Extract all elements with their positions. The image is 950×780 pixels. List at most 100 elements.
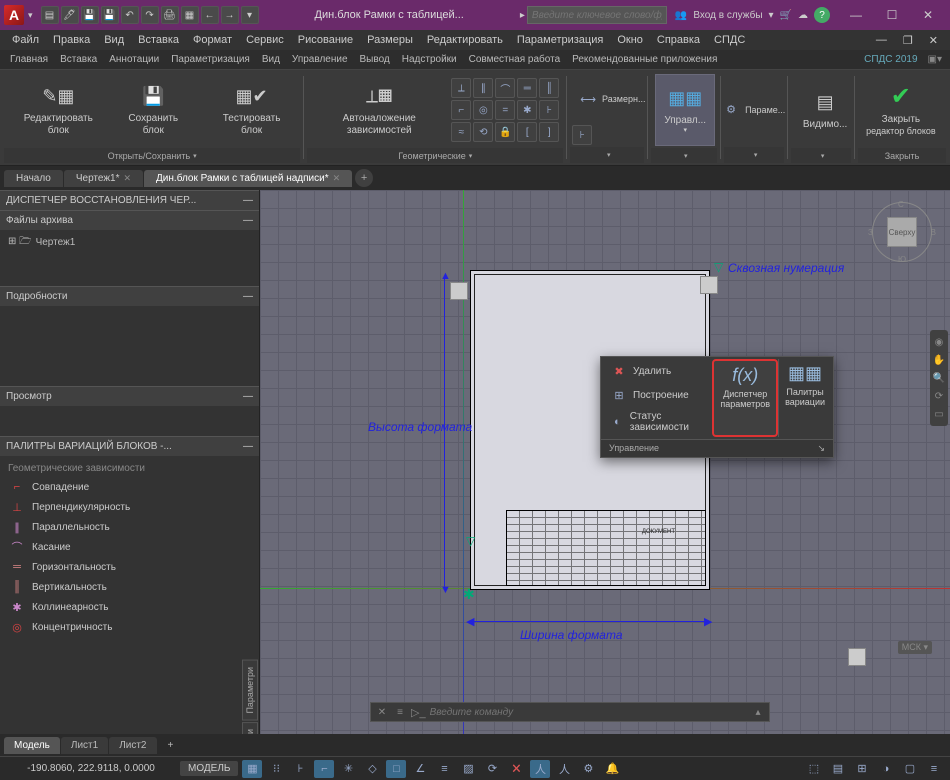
title-block[interactable]: ДОКУМЕНТ <box>506 510 706 586</box>
anno-scale-toggle[interactable]: 人 <box>530 760 550 778</box>
space-badge[interactable]: МОДЕЛЬ <box>180 761 238 776</box>
qat-button-7[interactable]: ▦ <box>181 6 199 24</box>
panel-launcher-icon[interactable]: ↘ <box>817 443 825 454</box>
geom-constraint-7[interactable]: = <box>495 100 515 120</box>
panel-open-save-title[interactable]: Открыть/Сохранить▾ <box>4 148 300 163</box>
workspace-switch[interactable]: ⚙ <box>578 760 598 778</box>
clean-screen-toggle[interactable]: ▢ <box>900 760 920 778</box>
constraint-badge[interactable] <box>700 276 718 294</box>
geom-constraint-2[interactable]: ⌒ <box>495 78 515 98</box>
tab-drawing1[interactable]: Чертеж1*✕ <box>64 170 143 187</box>
snap-toggle[interactable]: ⁝⁝ <box>266 760 286 778</box>
visibility-button[interactable]: ▤Видимо... <box>795 74 855 146</box>
side-tab-1[interactable]: Операции <box>242 722 258 734</box>
ribbon-tab-7[interactable]: Надстройки <box>396 51 463 68</box>
menu-рисование[interactable]: Рисование <box>292 32 359 48</box>
nav-wheel-icon[interactable]: ◉ <box>931 334 947 350</box>
manage-button[interactable]: ▦▦Управл...▾ <box>655 74 715 146</box>
parameters-button[interactable]: ⚙Параме... <box>715 74 793 145</box>
menu-справка[interactable]: Справка <box>651 32 706 48</box>
geom-constraint-13[interactable]: [ <box>517 122 537 142</box>
doc-restore-icon[interactable]: ❐ <box>897 32 919 49</box>
geom-constraint-4[interactable]: ║ <box>539 78 559 98</box>
ribbon-tab-2[interactable]: Аннотации <box>103 51 165 68</box>
wcs-badge[interactable]: МСК ▾ <box>898 641 932 654</box>
side-tab-0[interactable]: Параметри <box>242 660 258 721</box>
customize-status[interactable]: ≡ <box>924 760 944 778</box>
geom-constraint-6[interactable]: ◎ <box>473 100 493 120</box>
edit-block-button[interactable]: ✎▦Редактировать блок <box>8 74 109 146</box>
qat-button-2[interactable]: 💾 <box>81 6 99 24</box>
ribbon-spds-tab[interactable]: СПДС 2019 <box>858 51 923 68</box>
height-dim-label[interactable]: Высота формата <box>368 420 472 434</box>
login-arrow[interactable]: ▾ <box>769 10 774 21</box>
qat-button-10[interactable]: ▾ <box>241 6 259 24</box>
otrack-toggle[interactable]: ∠ <box>410 760 430 778</box>
panel-vis-title[interactable]: ▾ <box>791 148 851 163</box>
app-menu-arrow[interactable]: ▾ <box>28 10 33 21</box>
dd-delete[interactable]: ✖Удалить <box>603 359 712 383</box>
menu-вид[interactable]: Вид <box>98 32 130 48</box>
exchange-icon[interactable]: ☁ <box>798 10 808 21</box>
preview-header[interactable]: Просмотр— <box>0 386 259 406</box>
keyword-search-input[interactable] <box>527 6 667 24</box>
geom-constraint-14[interactable]: ] <box>539 122 559 142</box>
close-button[interactable]: ✕ <box>910 3 946 27</box>
constraint-Перпендикулярность[interactable]: ⊥Перпендикулярность <box>4 497 255 517</box>
qat-button-4[interactable]: ↶ <box>121 6 139 24</box>
constraint-badge[interactable] <box>848 648 866 666</box>
qprops-toggle[interactable]: ▤ <box>828 760 848 778</box>
layout-tab-sheet2[interactable]: Лист2 <box>109 737 156 754</box>
cycling-toggle[interactable]: ⟳ <box>482 760 502 778</box>
anno-vis-toggle[interactable]: 人 <box>554 760 574 778</box>
isolate-toggle[interactable]: ◑ <box>876 760 896 778</box>
menu-правка[interactable]: Правка <box>47 32 96 48</box>
palette-header[interactable]: ПАЛИТРЫ ВАРИАЦИЙ БЛОКОВ -...— <box>0 436 259 456</box>
qat-button-9[interactable]: → <box>221 6 239 24</box>
doc-minimize-icon[interactable]: — <box>870 32 893 49</box>
iso-toggle[interactable]: ◇ <box>362 760 382 778</box>
geom-constraint-5[interactable]: ⌐ <box>451 100 471 120</box>
constraint-badge[interactable] <box>450 282 468 300</box>
geom-constraint-8[interactable]: ✱ <box>517 100 537 120</box>
ribbon-tab-9[interactable]: Рекомендованные приложения <box>566 51 723 68</box>
panel-geometric-title[interactable]: Геометрические▾ <box>307 148 563 163</box>
layout-tab-sheet1[interactable]: Лист1 <box>61 737 108 754</box>
command-line[interactable]: ✕ ≡ ▷_ ▴ <box>370 702 770 722</box>
hardware-toggle[interactable]: ⊞ <box>852 760 872 778</box>
geom-constraint-0[interactable]: ⟂ <box>451 78 471 98</box>
cmdline-close-icon[interactable]: ✕ <box>375 705 389 719</box>
cmdline-expand-icon[interactable]: ▴ <box>751 705 765 719</box>
constraint-Горизонтальность[interactable]: ═Горизонтальность <box>4 557 255 577</box>
menu-размеры[interactable]: Размеры <box>361 32 419 48</box>
people-icon[interactable]: 👥 <box>675 10 687 21</box>
grip-marker[interactable]: ▽ <box>714 260 723 274</box>
geom-constraint-1[interactable]: ∥ <box>473 78 493 98</box>
ribbon-tab-4[interactable]: Вид <box>256 51 286 68</box>
geom-constraint-11[interactable]: ⟲ <box>473 122 493 142</box>
menu-формат[interactable]: Формат <box>187 32 238 48</box>
nav-zoom-icon[interactable]: 🔍 <box>931 370 947 386</box>
maximize-button[interactable]: ☐ <box>874 3 910 27</box>
units-toggle[interactable]: ⬚ <box>804 760 824 778</box>
cmdline-history-icon[interactable]: ≡ <box>393 705 407 719</box>
qat-button-8[interactable]: ← <box>201 6 219 24</box>
details-header[interactable]: Подробности— <box>0 286 259 306</box>
ribbon-tab-3[interactable]: Параметризация <box>165 51 256 68</box>
viewcube[interactable]: Сверху С В Ю З <box>872 202 932 262</box>
geom-constraint-12[interactable]: 🔒 <box>495 122 515 142</box>
constraint-Параллельность[interactable]: ∥Параллельность <box>4 517 255 537</box>
doc-close-icon[interactable]: ✕ <box>923 32 944 49</box>
app-icon[interactable]: A <box>4 5 24 25</box>
origin-marker[interactable]: ✱ <box>463 586 475 603</box>
menu-спдс[interactable]: СПДС <box>708 32 751 48</box>
thru-num-label[interactable]: Сквозная нумерация <box>728 261 844 275</box>
nav-show-icon[interactable]: ▭ <box>931 406 947 422</box>
qat-button-5[interactable]: ↷ <box>141 6 159 24</box>
cart-icon[interactable]: 🛒 <box>780 10 792 21</box>
minimize-button[interactable]: — <box>838 3 874 27</box>
menu-сервис[interactable]: Сервис <box>240 32 290 48</box>
add-tab-button[interactable]: + <box>355 169 373 187</box>
constraint-Касание[interactable]: ⌒Касание <box>4 537 255 557</box>
panel-params-title[interactable]: ▾ <box>724 147 784 163</box>
